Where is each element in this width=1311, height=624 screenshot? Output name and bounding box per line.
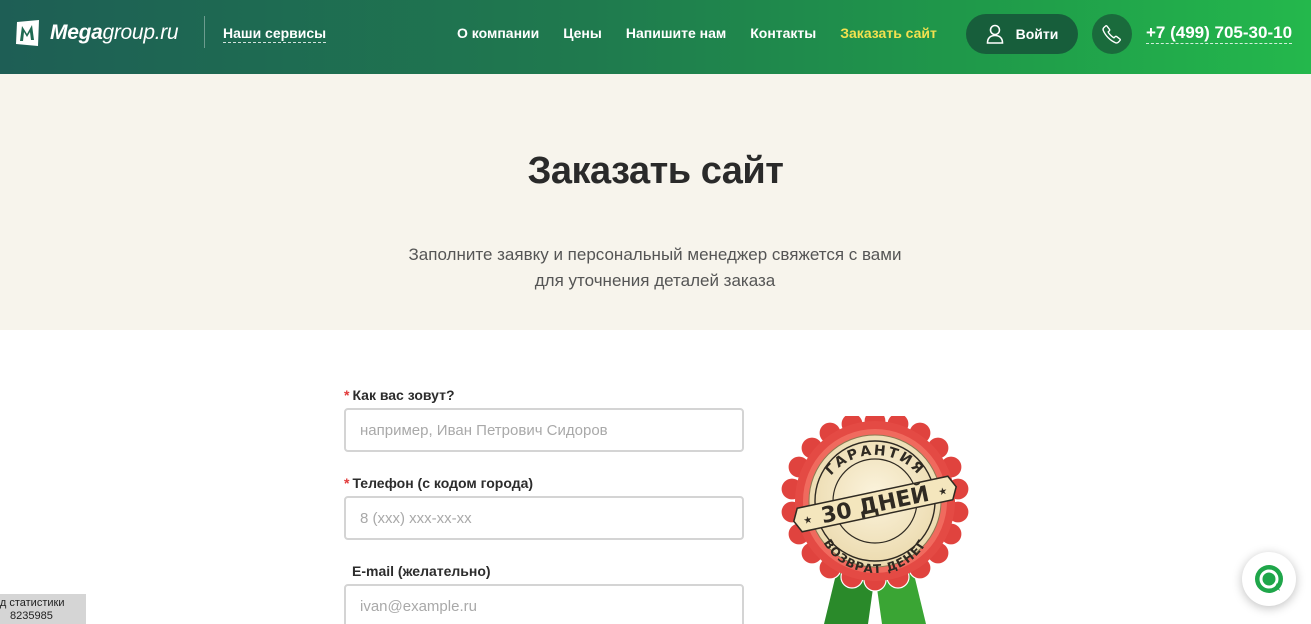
name-label: * Как вас зовут? [344, 387, 455, 403]
required-mark: * [344, 387, 350, 403]
phone-label: * Телефон (с кодом города) [344, 475, 534, 491]
nav-item-about[interactable]: О компании [457, 25, 539, 41]
services-link[interactable]: Наши сервисы [223, 25, 327, 43]
megagroup-logo-icon [16, 20, 39, 46]
email-label: E-mail (желательно) [352, 563, 491, 579]
phone-input[interactable] [344, 496, 744, 540]
logo-text: Megagroup.ru [50, 21, 179, 44]
main-nav: О компании Цены Напишите нам Контакты За… [457, 25, 937, 41]
login-button[interactable]: Войти [966, 14, 1078, 54]
nav-item-prices[interactable]: Цены [563, 25, 602, 41]
chat-widget-button[interactable] [1242, 552, 1296, 606]
nav-item-write-us[interactable]: Напишите нам [626, 25, 726, 41]
phone-button[interactable] [1092, 14, 1132, 54]
user-icon [986, 24, 1003, 44]
required-mark: * [344, 475, 350, 491]
page-subtitle-line1: Заполните заявку и персональный менеджер… [408, 245, 902, 264]
phone-number-link[interactable]: +7 (499) 705-30-10 [1146, 23, 1293, 44]
phone-icon [1102, 25, 1121, 44]
logo[interactable]: Megagroup.ru [14, 16, 189, 50]
stats-counter[interactable]: од статистики 8235985 [0, 594, 86, 624]
stats-value: 8235985 [10, 610, 53, 622]
page-subtitle-line2: для уточнения деталей заказа [534, 271, 776, 290]
hero-section: Заказать сайт Заполните заявку и персона… [0, 74, 1311, 330]
stats-label: од статистики [0, 597, 65, 609]
chat-icon [1255, 565, 1283, 593]
nav-item-contacts[interactable]: Контакты [750, 25, 816, 41]
login-label: Войти [1015, 26, 1059, 42]
header-divider [204, 16, 205, 48]
site-header: Megagroup.ru Наши сервисы О компании Цен… [0, 0, 1311, 74]
name-input[interactable] [344, 408, 744, 452]
email-input[interactable] [344, 584, 744, 624]
nav-item-order-site[interactable]: Заказать сайт [840, 25, 937, 41]
guarantee-badge: ГАРАНТИЯ ВОЗВРАТ ДЕНЕГ 30 ДНЕЙ ★ ★ [780, 416, 970, 624]
page-title: Заказать сайт [527, 150, 784, 192]
page-subtitle: Заполните заявку и персональный менеджер… [355, 242, 955, 294]
